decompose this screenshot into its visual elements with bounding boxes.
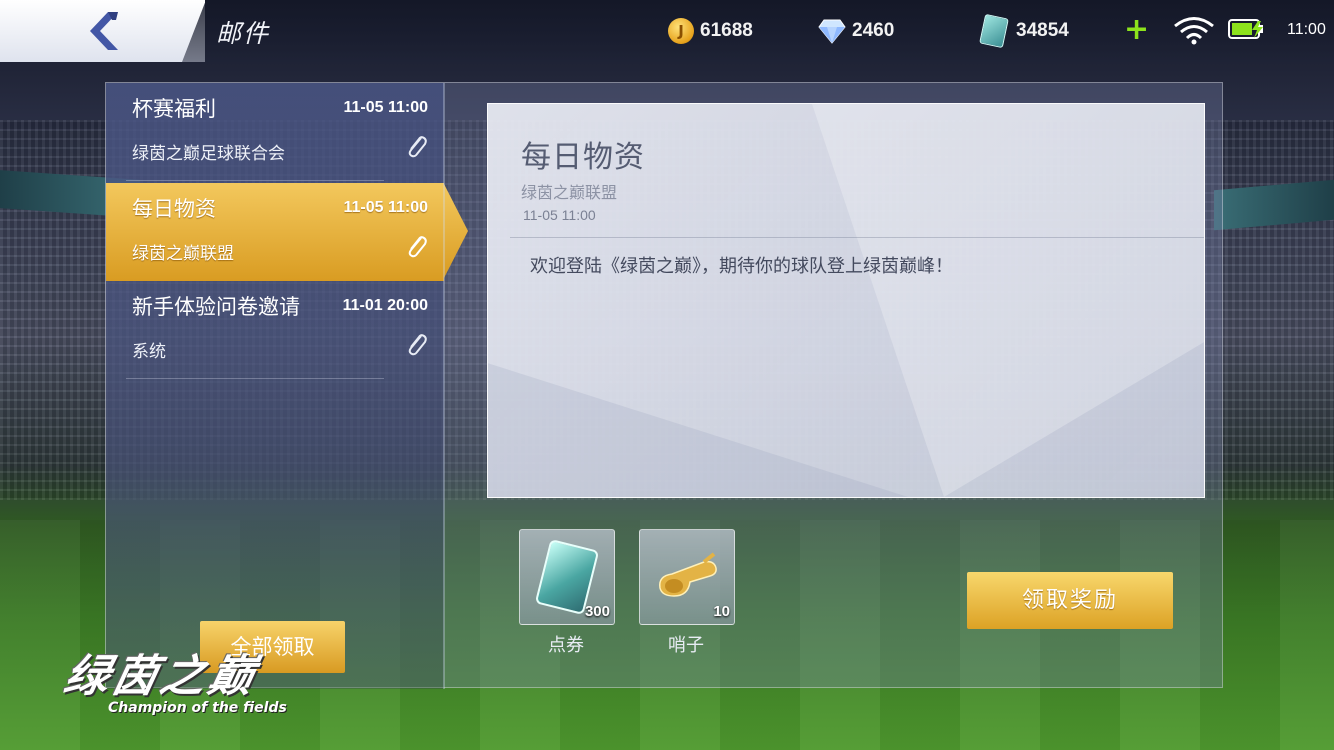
mail-list: 杯赛福利 11-05 11:00 绿茵之巅足球联合会 每日物资 11-05 11… bbox=[106, 83, 444, 689]
diamond-value: 2460 bbox=[852, 20, 895, 41]
ticket-icon bbox=[979, 13, 1009, 49]
coin-counter: J 61688 bbox=[668, 16, 753, 46]
paperclip-icon bbox=[408, 236, 427, 258]
logo-subtitle: Champion of the fields bbox=[108, 700, 287, 716]
claim-reward-button[interactable]: 领取奖励 bbox=[967, 572, 1173, 629]
mail-title: 杯赛福利 bbox=[132, 97, 216, 121]
mail-item[interactable]: 新手体验问卷邀请 11-01 20:00 系统 bbox=[106, 281, 444, 379]
ticket-value: 34854 bbox=[1016, 20, 1069, 41]
reward-label: 哨子 bbox=[668, 635, 704, 656]
mail-sender: 绿茵之巅联盟 bbox=[132, 244, 234, 264]
mail-content: 每日物资 绿茵之巅联盟 11-05 11:00 欢迎登陆《绿茵之巅》，期待你的球… bbox=[487, 103, 1205, 498]
reward-label: 点券 bbox=[548, 635, 584, 656]
mail-dialog: 杯赛福利 11-05 11:00 绿茵之巅足球联合会 每日物资 11-05 11… bbox=[105, 82, 1223, 689]
paperclip-icon bbox=[408, 136, 427, 158]
wifi-icon bbox=[1174, 17, 1214, 45]
reward-qty: 10 bbox=[713, 603, 730, 620]
mail-time: 11-05 11:00 bbox=[343, 199, 428, 216]
top-bar: 邮件 J 61688 2460 34854 + 11:00 bbox=[0, 0, 1334, 62]
reward-qty: 300 bbox=[584, 603, 610, 620]
mail-item[interactable]: 杯赛福利 11-05 11:00 绿茵之巅足球联合会 bbox=[106, 83, 444, 181]
reward-item-whistle[interactable]: 10 bbox=[639, 529, 735, 625]
game-logo: 绿茵之巅 Champion of the fields bbox=[58, 640, 348, 722]
back-button[interactable] bbox=[0, 0, 205, 62]
mail-time: 11-01 20:00 bbox=[342, 297, 428, 314]
coin-icon: J bbox=[668, 18, 694, 44]
back-arrow-icon bbox=[90, 12, 118, 50]
reward-item-ticket[interactable]: 300 bbox=[519, 529, 615, 625]
content-sender: 绿茵之巅联盟 bbox=[521, 183, 618, 202]
diamond-counter: 2460 bbox=[818, 16, 894, 46]
page-title: 邮件 bbox=[216, 19, 271, 48]
mail-title: 新手体验问卷邀请 bbox=[132, 295, 300, 319]
battery-icon bbox=[1228, 19, 1263, 39]
whistle-icon bbox=[659, 552, 717, 597]
selection-arrow bbox=[444, 184, 468, 278]
add-currency-button[interactable]: + bbox=[1124, 15, 1149, 46]
coin-value: 61688 bbox=[700, 20, 753, 41]
diamond-icon bbox=[818, 19, 846, 44]
mail-sender: 系统 bbox=[132, 342, 166, 362]
logo-title: 绿茵之巅 bbox=[59, 651, 263, 702]
mail-title: 每日物资 bbox=[132, 197, 216, 221]
mail-sender: 绿茵之巅足球联合会 bbox=[132, 144, 285, 164]
mail-item-selected[interactable]: 每日物资 11-05 11:00 绿茵之巅联盟 bbox=[106, 183, 444, 281]
clock: 11:00 bbox=[1287, 21, 1326, 38]
content-title: 每日物资 bbox=[521, 140, 645, 175]
ticket-counter: 34854 bbox=[979, 13, 1069, 49]
paperclip-icon bbox=[408, 334, 427, 356]
mail-time: 11-05 11:00 bbox=[343, 99, 428, 116]
content-body: 欢迎登陆《绿茵之巅》，期待你的球队登上绿茵巅峰！ bbox=[530, 256, 953, 277]
content-date: 11-05 11:00 bbox=[523, 207, 596, 223]
